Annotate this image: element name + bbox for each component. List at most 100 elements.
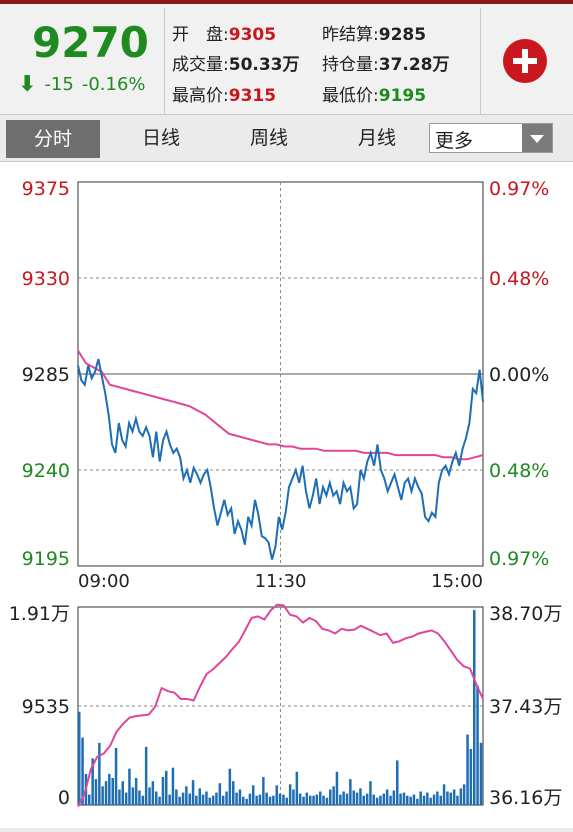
- volume-bar: [322, 795, 325, 805]
- pct-y-tick-label: 0.97%: [489, 548, 549, 570]
- oi-y-tick-label: 38.70万: [489, 603, 562, 625]
- volume-bar: [449, 792, 452, 805]
- more-dropdown-label: 更多: [435, 130, 474, 152]
- tab-intraday[interactable]: 分时: [6, 120, 100, 158]
- volume-bar: [235, 792, 238, 805]
- volume-bar: [309, 795, 312, 805]
- volume-bar: [131, 787, 135, 805]
- volume-bar: [282, 794, 285, 805]
- volume-bar: [298, 793, 302, 805]
- volume-y-tick-label: 1.91万: [9, 603, 70, 625]
- chevron-down-icon[interactable]: [522, 124, 552, 152]
- volume-bar: [144, 746, 148, 805]
- volume-bar: [201, 794, 205, 805]
- volume-bar: [148, 787, 151, 805]
- tab-weekly[interactable]: 周线: [222, 115, 316, 161]
- volume-bar: [242, 796, 245, 805]
- change-percent: -0.16%: [81, 74, 146, 95]
- chart-area: 9375 0.97% 9330 0.48% 9285 0.00% 9240 0.48% 9195…: [0, 162, 573, 828]
- volume-bar: [168, 794, 171, 805]
- volume-bar: [88, 794, 91, 805]
- open-interest-value: 37.28万: [378, 55, 450, 75]
- volume-bar: [372, 794, 375, 805]
- volume-label: 成交量:: [172, 55, 229, 75]
- open-value: 9305: [228, 25, 277, 45]
- low-value: 9195: [378, 86, 427, 106]
- volume-bar: [442, 784, 446, 805]
- volume-bar: [295, 771, 299, 805]
- volume-bar: [319, 791, 322, 805]
- volume-bar: [288, 784, 292, 805]
- volume-bar: [369, 781, 372, 805]
- volume-bar: [255, 795, 258, 805]
- prev-settle: 昨结算:9285: [322, 20, 426, 45]
- volume-bar: [195, 795, 198, 805]
- volume-bar: [382, 793, 386, 805]
- open-price: 开 盘:9305: [172, 20, 276, 45]
- oi-y-tick-label: 36.16万: [489, 787, 562, 809]
- volume-bar: [379, 795, 382, 805]
- volume-bar: [178, 796, 181, 805]
- volume-bar: [419, 791, 422, 805]
- more-dropdown[interactable]: 更多: [429, 123, 553, 153]
- volume-bar: [429, 797, 432, 805]
- change-value: -15: [44, 74, 74, 95]
- volume-bar: [409, 796, 412, 805]
- high-value: 9315: [228, 86, 277, 106]
- volume-bar: [375, 797, 379, 805]
- pct-y-tick-label: 0.97%: [489, 178, 549, 200]
- volume-bar: [268, 796, 272, 805]
- volume-bar: [262, 777, 265, 805]
- volume-bar: [332, 786, 335, 805]
- volume-bar: [456, 795, 459, 805]
- period-tabs: 分时 日线 周线 月线 更多: [0, 115, 573, 162]
- down-arrow-icon: ⬇: [18, 72, 37, 97]
- header-divider: [164, 8, 165, 114]
- volume-bar: [158, 796, 161, 805]
- volume-bar: [359, 788, 362, 805]
- volume-bar: [479, 742, 483, 805]
- quote-header: 9270 ⬇ -15 -0.16% 开 盘:9305 昨结算:9285 成交量:…: [0, 4, 573, 115]
- volume-bar: [98, 742, 101, 805]
- volume-bar: [389, 795, 392, 805]
- last-price: 9270: [32, 18, 149, 67]
- volume-value: 50.33万: [228, 55, 300, 75]
- volume-bar: [412, 794, 416, 805]
- volume-bar: [432, 794, 436, 805]
- volume-bar: [473, 610, 476, 805]
- add-watchlist-button[interactable]: [503, 39, 547, 83]
- price-y-tick-label: 9330: [22, 268, 70, 290]
- volume-bar: [218, 783, 222, 805]
- price-y-tick-label: 9195: [22, 548, 70, 570]
- volume-bar: [335, 771, 339, 805]
- volume-bar: [228, 768, 232, 805]
- volume-bar: [215, 792, 218, 805]
- volume-bar: [141, 795, 145, 805]
- volume-bar: [462, 784, 466, 805]
- price-y-tick-label: 9375: [22, 178, 70, 200]
- volume-bar: [275, 785, 278, 805]
- volume-bar: [325, 797, 329, 805]
- volume-bar: [225, 791, 228, 805]
- volume-bar: [355, 792, 359, 805]
- volume-bar: [258, 794, 262, 805]
- volume-bar: [292, 789, 295, 805]
- volume-bar: [221, 795, 225, 805]
- volume-bar: [232, 781, 235, 805]
- volume-bar: [446, 791, 449, 805]
- time-x-tick-label: 11:30: [255, 571, 307, 592]
- low-label: 最低价:: [322, 86, 379, 106]
- volume-bar: [252, 785, 255, 805]
- tab-daily[interactable]: 日线: [114, 115, 208, 161]
- volume-bar: [118, 789, 121, 805]
- prev-settle-label: 昨结算:: [322, 25, 379, 45]
- volume-bar: [198, 788, 201, 805]
- tab-monthly[interactable]: 月线: [330, 115, 424, 161]
- volume-bar: [151, 781, 155, 805]
- oi-y-tick-label: 37.43万: [489, 696, 562, 718]
- volume-bar: [185, 786, 188, 805]
- open-label: 开 盘:: [172, 25, 229, 45]
- low-price: 最低价:9195: [322, 81, 426, 106]
- volume-bar: [329, 789, 332, 805]
- price-y-tick-label: 9285: [22, 364, 70, 386]
